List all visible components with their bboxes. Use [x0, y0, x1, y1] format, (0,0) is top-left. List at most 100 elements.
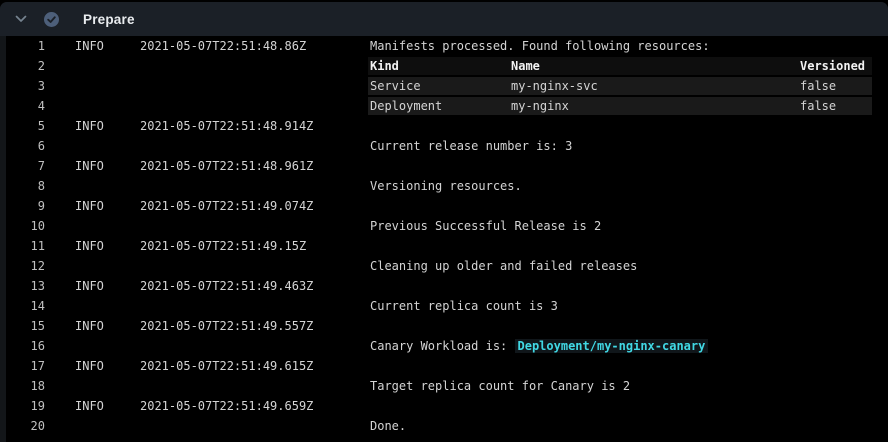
timestamp	[140, 376, 370, 396]
step-header: Prepare	[0, 2, 888, 36]
timestamp: 2021-05-07T22:51:49.557Z	[140, 316, 370, 336]
log-line: 19INFO2021-05-07T22:51:49.659Z	[6, 396, 888, 416]
table-cell: Kind	[370, 57, 511, 75]
line-number[interactable]: 4	[6, 96, 45, 116]
line-number[interactable]: 19	[6, 396, 45, 416]
timestamp	[140, 76, 370, 96]
message-text: Previous Successful Release is 2	[370, 219, 601, 233]
log-level: INFO	[45, 196, 140, 216]
line-number[interactable]: 9	[6, 196, 45, 216]
line-number[interactable]: 6	[6, 136, 45, 156]
log-message	[370, 276, 888, 296]
log-line: 12 Cleaning up older and failed releases	[6, 256, 888, 276]
log-message: Previous Successful Release is 2	[370, 216, 888, 236]
log-line: 13INFO2021-05-07T22:51:49.463Z	[6, 276, 888, 296]
log-level	[45, 176, 140, 196]
table-cell: false	[800, 77, 872, 95]
timestamp	[140, 96, 370, 116]
log-line: 5INFO2021-05-07T22:51:48.914Z	[6, 116, 888, 136]
log-message	[370, 196, 888, 216]
line-number[interactable]: 20	[6, 416, 45, 436]
log-line: 14 Current replica count is 3	[6, 296, 888, 316]
log-message: Target replica count for Canary is 2	[370, 376, 888, 396]
log-line: 10 Previous Successful Release is 2	[6, 216, 888, 236]
log-message: Current replica count is 3	[370, 296, 888, 316]
line-number[interactable]: 5	[6, 116, 45, 136]
log-message: Done.	[370, 416, 888, 436]
message-text: Current replica count is 3	[370, 299, 558, 313]
line-number[interactable]: 1	[6, 36, 45, 56]
log-line: 9INFO2021-05-07T22:51:49.074Z	[6, 196, 888, 216]
message-text: Cleaning up older and failed releases	[370, 259, 637, 273]
line-number[interactable]: 10	[6, 216, 45, 236]
log-line: 8Versioning resources.	[6, 176, 888, 196]
resource-table-row: Servicemy-nginx-svcfalse	[368, 77, 872, 95]
line-number[interactable]: 7	[6, 156, 45, 176]
line-number[interactable]: 13	[6, 276, 45, 296]
log-line: 4 Deploymentmy-nginxfalse	[6, 96, 888, 116]
log-message	[370, 156, 888, 176]
log-message	[370, 356, 888, 376]
table-cell: Versioned	[800, 57, 872, 75]
timestamp: 2021-05-07T22:51:49.074Z	[140, 196, 370, 216]
timestamp: 2021-05-07T22:51:48.961Z	[140, 156, 370, 176]
timestamp	[140, 216, 370, 236]
line-number[interactable]: 14	[6, 296, 45, 316]
timestamp	[140, 136, 370, 156]
line-number[interactable]: 8	[6, 176, 45, 196]
log-line: 17INFO2021-05-07T22:51:49.615Z	[6, 356, 888, 376]
log-line: 6 Current release number is: 3	[6, 136, 888, 156]
log-line: 1INFO2021-05-07T22:51:48.86ZManifests pr…	[6, 36, 888, 56]
log-level: INFO	[45, 316, 140, 336]
log-level: INFO	[45, 156, 140, 176]
log-message: KindNameVersioned	[370, 56, 888, 76]
log-level	[45, 96, 140, 116]
timestamp	[140, 176, 370, 196]
timestamp: 2021-05-07T22:51:49.615Z	[140, 356, 370, 376]
timestamp: 2021-05-07T22:51:49.659Z	[140, 396, 370, 416]
log-message: Deploymentmy-nginxfalse	[370, 96, 888, 116]
timestamp: 2021-05-07T22:51:48.86Z	[140, 36, 370, 56]
line-number[interactable]: 3	[6, 76, 45, 96]
timestamp	[140, 56, 370, 76]
timestamp	[140, 336, 370, 356]
resource-table-header-row: KindNameVersioned	[368, 57, 872, 75]
message-text: Current release number is: 3	[370, 139, 572, 153]
log-level: INFO	[45, 356, 140, 376]
log-level	[45, 216, 140, 236]
log-line: 3 Servicemy-nginx-svcfalse	[6, 76, 888, 96]
message-text: Target replica count for Canary is 2	[370, 379, 630, 393]
log-message: Canary Workload is: Deployment/my-nginx-…	[370, 336, 888, 356]
log-level	[45, 56, 140, 76]
message-text: Canary Workload is:	[370, 339, 515, 353]
line-number[interactable]: 16	[6, 336, 45, 356]
line-number[interactable]: 15	[6, 316, 45, 336]
log-line: 16 Canary Workload is: Deployment/my-ngin…	[6, 336, 888, 356]
line-number[interactable]: 12	[6, 256, 45, 276]
log-viewer[interactable]: 1 INFO 2021-05-07T22:51:48.86ZManifests pr…	[6, 36, 888, 442]
log-level: INFO	[45, 116, 140, 136]
log-message: Manifests processed. Found following res…	[370, 36, 888, 56]
table-cell: false	[800, 97, 872, 115]
step-title: Prepare	[83, 12, 135, 27]
line-number[interactable]: 2	[6, 56, 45, 76]
line-number[interactable]: 18	[6, 376, 45, 396]
log-line: 20 Done.	[6, 416, 888, 436]
log-line: 15INFO2021-05-07T22:51:49.557Z	[6, 316, 888, 336]
log-level	[45, 416, 140, 436]
timestamp	[140, 296, 370, 316]
chevron-down-icon[interactable]	[12, 10, 30, 28]
log-line: 11INFO2021-05-07T22:51:49.15Z	[6, 236, 888, 256]
line-number[interactable]: 17	[6, 356, 45, 376]
table-cell: my-nginx	[511, 97, 800, 115]
message-text: Done.	[370, 419, 406, 433]
log-line: 7INFO2021-05-07T22:51:48.961Z	[6, 156, 888, 176]
log-line: 18 Target replica count for Canary is 2	[6, 376, 888, 396]
table-cell: my-nginx-svc	[511, 77, 800, 95]
table-cell: Service	[370, 77, 511, 95]
line-number[interactable]: 11	[6, 236, 45, 256]
log-message: Servicemy-nginx-svcfalse	[370, 76, 888, 96]
log-step-card: Prepare 1 INFO 2021-05-07T22:51:48.86ZMani…	[0, 2, 888, 442]
log-message: Cleaning up older and failed releases	[370, 256, 888, 276]
timestamp	[140, 416, 370, 436]
